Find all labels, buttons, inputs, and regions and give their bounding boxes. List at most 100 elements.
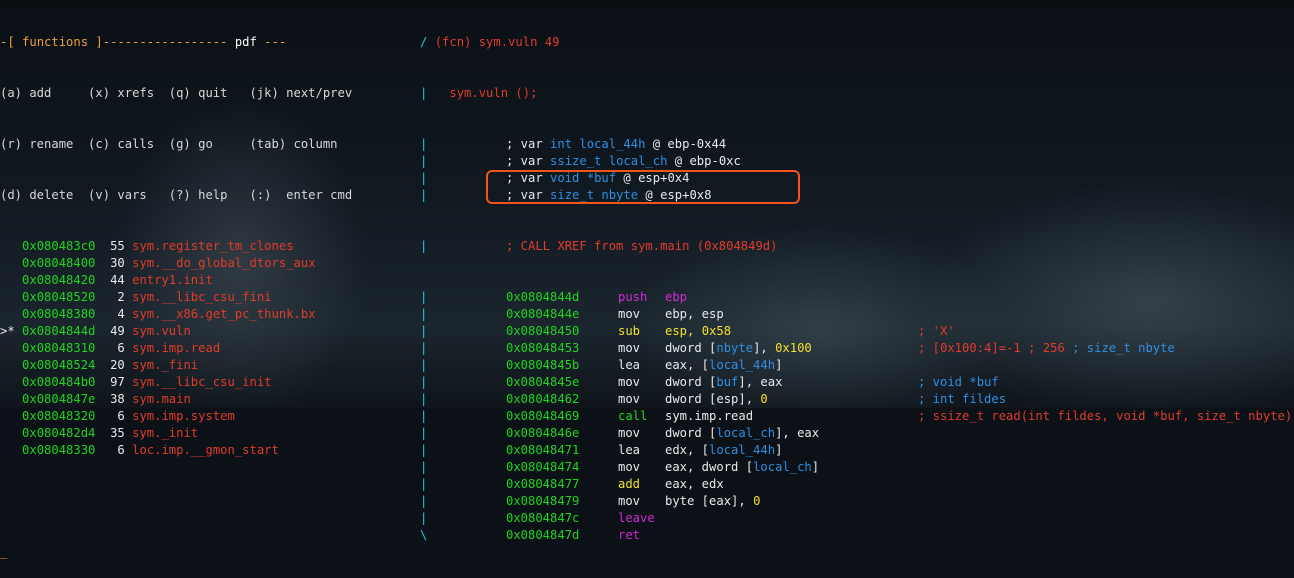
instruction-address: 0x0804847d [506, 528, 580, 542]
gutter-pipe: | [420, 188, 428, 202]
instruction-row[interactable]: | 0x0804847c leave [420, 510, 1294, 527]
instruction-comment: ; void *buf [918, 374, 999, 391]
gutter-pipe: | [420, 307, 428, 321]
instruction-operands: dword [esp], 0 [665, 391, 768, 408]
instruction-mnemonic: add [618, 477, 641, 491]
function-address: 0x08048320 [14, 409, 96, 423]
instruction-mnemonic: mov [618, 375, 641, 389]
instruction-row[interactable]: | 0x08048462 mov dword [esp], 0 ; int fildes [420, 391, 1294, 408]
function-name: sym.imp.read [124, 341, 221, 355]
function-row[interactable]: 0x080483c0 55 sym.register_tm_clones [0, 238, 410, 255]
gutter-pipe: | [420, 171, 428, 185]
instruction-address: 0x08048474 [506, 460, 580, 474]
function-row[interactable]: 0x08048310 6 sym.imp.read [0, 340, 410, 357]
instruction-address: 0x08048469 [506, 409, 580, 423]
instruction-address: 0x0804844d [506, 290, 580, 304]
function-name: sym.imp.system [124, 409, 235, 423]
instruction-mnemonic: sub [618, 324, 641, 338]
operand-part: local_44h [709, 358, 776, 372]
help-line-1: (a) add (x) xrefs (q) quit (jk) next/pre… [0, 86, 353, 100]
function-size: 55 [95, 239, 125, 253]
function-address: 0x0804844d [14, 324, 96, 338]
var-row: | ; var ssize_t local_ch @ ebp-0xc [420, 153, 1294, 170]
gutter-pipe: | [420, 426, 428, 440]
function-row[interactable]: 0x08048320 6 sym.imp.system [0, 408, 410, 425]
instruction-list: | 0x0804844d push ebp | 0x0804844e mov ebp, esp… [420, 289, 1294, 544]
var-row: | ; var int local_44h @ ebp-0x44 [420, 136, 1294, 153]
operand-part: buf [716, 375, 739, 389]
function-row[interactable]: 0x08048330 6 loc.imp.__gmon_start [0, 442, 410, 459]
function-address: 0x0804847e [14, 392, 96, 406]
prompt-cursor: _ [0, 545, 8, 559]
instruction-row[interactable]: | 0x08048477 add eax, edx [420, 476, 1294, 493]
instruction-row[interactable]: | 0x08048450 sub esp, 0x58 ; 'X' [420, 323, 1294, 340]
instruction-operands: ebp [665, 289, 687, 306]
instruction-row[interactable]: | 0x08048471 lea edx, [local_44h] [420, 442, 1294, 459]
instruction-address: 0x08048471 [506, 443, 580, 457]
help-line-2: (r) rename (c) calls (g) go (tab) column [0, 137, 338, 151]
instruction-row[interactable]: | 0x08048479 mov byte [eax], 0 [420, 493, 1294, 510]
operand-part: 0x58 [701, 324, 732, 338]
function-row[interactable]: 0x080484b0 97 sym.__libc_csu_init [0, 374, 410, 391]
operand-part: local_ch [753, 460, 812, 474]
function-address: 0x08048310 [14, 341, 96, 355]
function-address: 0x080484b0 [14, 375, 96, 389]
selection-marker [0, 443, 15, 457]
gutter-pipe: | [420, 409, 428, 423]
instruction-row[interactable]: | 0x08048469 call sym.imp.read ; ssize_t rea… [420, 408, 1294, 425]
gutter-pipe: | [420, 392, 428, 406]
var-decl: ; var int local_44h @ ebp-0x44 [506, 136, 726, 153]
instruction-operands: dword [nbyte], 0x100 [665, 340, 812, 357]
function-name: sym.__libc_csu_fini [124, 290, 272, 304]
instruction-row[interactable]: | 0x0804844e mov ebp, esp [420, 306, 1294, 323]
instruction-address: 0x0804845b [506, 358, 580, 372]
operand-part: dword [ [665, 426, 717, 440]
comment-part: ; [0x100:4]=-1 ; 256 [918, 341, 1073, 355]
operand-part: ] [775, 358, 783, 372]
function-size: 6 [95, 443, 125, 457]
instruction-address: 0x0804844e [506, 307, 580, 321]
instruction-operands: eax, [local_44h] [665, 357, 782, 374]
function-name: sym._init [124, 426, 199, 440]
function-size: 30 [95, 256, 125, 270]
function-row[interactable]: 0x08048420 44 entry1.init [0, 272, 410, 289]
instruction-mnemonic: mov [618, 426, 641, 440]
function-address: 0x08048400 [14, 256, 96, 270]
function-row[interactable]: 0x08048520 2 sym.__libc_csu_fini [0, 289, 410, 306]
function-row[interactable]: 0x08048380 4 sym.__x86.get_pc_thunk.bx [0, 306, 410, 323]
function-row[interactable]: >* 0x0804844d 49 sym.vuln [0, 323, 410, 340]
instruction-row[interactable]: | 0x08048453 mov dword [nbyte], 0x100 ; [0x1… [420, 340, 1294, 357]
instruction-mnemonic: lea [618, 358, 641, 372]
instruction-operands: sym.imp.read [665, 408, 753, 425]
functions-header-title: functions [22, 35, 89, 49]
instruction-mnemonic: lea [618, 443, 641, 457]
instruction-row[interactable]: | 0x0804845e mov dword [buf], eax ; void *bu… [420, 374, 1294, 391]
mode-label: pdf [234, 35, 257, 49]
comment-part: ; size_t nbyte [1072, 341, 1175, 355]
instruction-row[interactable]: | 0x0804844d push ebp [420, 289, 1294, 306]
instruction-row[interactable]: | 0x08048474 mov eax, dword [local_ch] [420, 459, 1294, 476]
function-row[interactable]: 0x0804847e 38 sym.main [0, 391, 410, 408]
highlight-box [486, 170, 800, 204]
instruction-address: 0x0804845e [506, 375, 580, 389]
operand-part: dword [esp], [665, 392, 761, 406]
instruction-address: 0x0804846e [506, 426, 580, 440]
instruction-row[interactable]: \ 0x0804847d ret [420, 527, 1294, 544]
instruction-row[interactable]: | 0x0804846e mov dword [local_ch], eax [420, 425, 1294, 442]
instruction-row[interactable]: | 0x0804845b lea eax, [local_44h] [420, 357, 1294, 374]
instruction-address: 0x08048477 [506, 477, 580, 491]
gutter-pipe: | [420, 341, 428, 355]
gutter-pipe: | [420, 154, 428, 168]
function-row[interactable]: 0x080482d4 35 sym._init [0, 425, 410, 442]
gutter-pipe: | [420, 137, 428, 151]
function-row[interactable]: 0x08048524 20 sym._fini [0, 357, 410, 374]
selection-marker: >* [0, 324, 15, 338]
function-size: 35 [95, 426, 125, 440]
var-name: local_ch [601, 154, 668, 168]
function-address: 0x08048420 [14, 273, 96, 287]
function-row[interactable]: 0x08048400 30 sym.__do_global_dtors_aux [0, 255, 410, 272]
function-address: 0x08048524 [14, 358, 96, 372]
var-type: int [550, 137, 573, 151]
instruction-operands: dword [buf], eax [665, 374, 782, 391]
gutter-pipe: | [420, 358, 428, 372]
